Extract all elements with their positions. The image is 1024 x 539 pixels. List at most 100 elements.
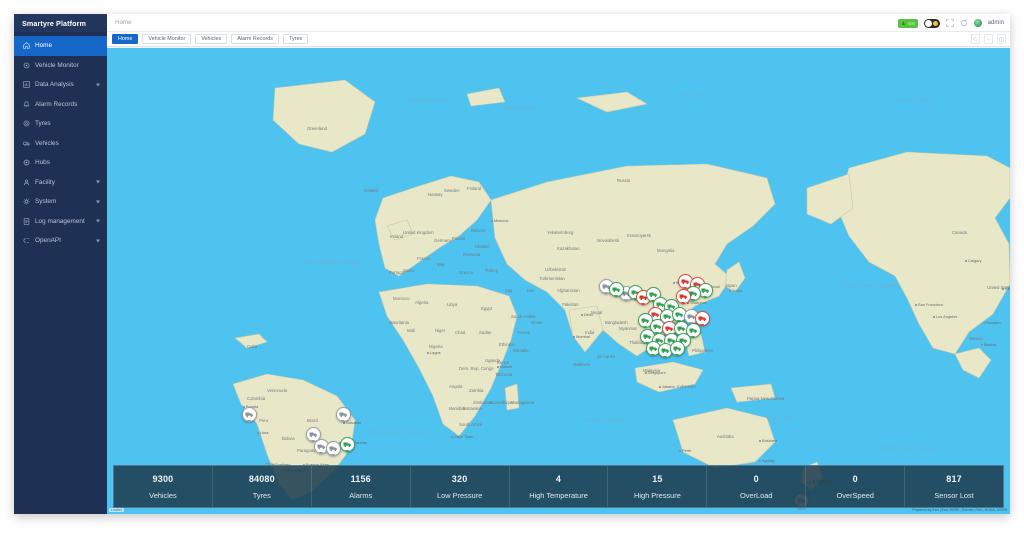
header-controls: EN admin (898, 14, 1004, 32)
tab-list: Home Vehicle Monitor Vehicles Alarm Records… (112, 34, 309, 44)
map-city-dot (451, 436, 453, 438)
map-city-dot (915, 304, 917, 306)
map-attribution-right: Powered by Esri | Esri, HERE, Garmin, FA… (912, 508, 1007, 512)
sidebar-item-hubs[interactable]: Hubs (14, 153, 107, 173)
tab-tyres[interactable]: Tyres (282, 34, 309, 44)
map-city-dot (965, 260, 967, 262)
map-city-dot (497, 366, 499, 368)
sidebar-item-label: Data Analysis (35, 81, 74, 89)
sidebar-item-openapi[interactable]: OpenAPI (14, 231, 107, 251)
stat-value: 1156 (350, 473, 371, 484)
sidebar-nav: Home Vehicle Monitor Data Analysis Alarm Re… (14, 32, 107, 251)
sidebar-item-log-management[interactable]: Log management (14, 212, 107, 232)
chevron-down-icon[interactable] (96, 219, 100, 223)
sidebar-item-vehicle-monitor[interactable]: Vehicle Monitor (14, 56, 107, 76)
map-city-dot (729, 290, 731, 292)
stat-label: OverLoad (740, 490, 773, 500)
sidebar-item-system[interactable]: System (14, 192, 107, 212)
stat-alarms[interactable]: 1156 Alarms (312, 466, 411, 507)
chevron-down-icon[interactable] (984, 34, 993, 44)
map-city-dot (427, 352, 429, 354)
language-label: EN (908, 20, 915, 26)
sidebar: Smartyre Platform Home Vehicle Monitor Dat… (14, 14, 107, 514)
stat-low-pressure[interactable]: 320 Low Pressure (411, 466, 510, 507)
api-icon (23, 237, 30, 244)
stat-value: 0 (852, 473, 858, 484)
map-marker-vehicle-green[interactable] (339, 436, 355, 452)
stat-overspeed[interactable]: 0 OverSpeed (806, 466, 906, 507)
facility-icon (23, 179, 30, 186)
sidebar-item-label: Vehicles (35, 139, 59, 147)
user-name[interactable]: admin (988, 20, 1004, 26)
map-marker-vehicle-green[interactable] (608, 281, 624, 297)
main-content: Home EN admin Home Vehicle Monitor Vehic… (107, 14, 1010, 514)
brand-header: Smartyre Platform (14, 14, 107, 32)
tyre-icon (23, 120, 30, 127)
bell-icon (23, 101, 30, 108)
sidebar-item-facility[interactable]: Facility (14, 173, 107, 193)
sidebar-item-alarm-records[interactable]: Alarm Records (14, 95, 107, 115)
layout-icon[interactable] (997, 34, 1006, 44)
stat-overload[interactable]: 0 OverLoad (707, 466, 807, 507)
chevron-down-icon[interactable] (96, 83, 100, 87)
breadcrumb: Home (115, 19, 132, 26)
stat-label: High Temperature (529, 490, 588, 500)
stat-label: High Pressure (633, 490, 681, 500)
home-icon (23, 42, 30, 49)
tab-home[interactable]: Home (112, 34, 139, 44)
sidebar-item-vehicles[interactable]: Vehicles (14, 134, 107, 154)
sidebar-item-data-analysis[interactable]: Data Analysis (14, 75, 107, 95)
map-city-dot (581, 314, 583, 316)
map-attribution: Leaflet (109, 508, 124, 512)
map-canvas[interactable]: North Atlantic Ocean North Pacific Ocean S… (107, 48, 1010, 514)
stat-vehicles[interactable]: 9300 Vehicles (114, 466, 213, 507)
map-marker-vehicle-green[interactable] (669, 340, 685, 356)
stat-label: OverSpeed (836, 490, 874, 500)
stat-sensor-lost[interactable]: 817 Sensor Lost (905, 466, 1003, 507)
stat-value: 84080 (248, 473, 275, 484)
sidebar-item-label: Hubs (35, 159, 50, 167)
stat-label: Alarms (349, 490, 373, 500)
chevron-down-icon[interactable] (96, 239, 100, 243)
screenshot-root: Smartyre Platform Home Vehicle Monitor Dat… (0, 0, 1024, 539)
sidebar-item-label: Tyres (35, 120, 51, 128)
tab-vehicle-monitor[interactable]: Vehicle Monitor (142, 34, 192, 44)
theme-toggle[interactable] (923, 18, 940, 28)
map-city-dot (491, 220, 493, 222)
tab-vehicles[interactable]: Vehicles (195, 34, 228, 44)
sidebar-item-label: Facility (35, 178, 55, 186)
stats-bar: 9300 Vehicles 84080 Tyres 1156 Alarms 320 Low P… (113, 465, 1004, 508)
top-header: Home EN admin (107, 14, 1010, 32)
sidebar-item-label: Alarm Records (35, 100, 78, 108)
toggle-knob (924, 19, 932, 27)
map-city-dot (573, 336, 575, 338)
refresh-icon[interactable] (960, 19, 968, 27)
map-marker-vehicle-gray[interactable] (241, 406, 257, 422)
map-city-dot (645, 372, 647, 374)
map-marker-vehicle-gray[interactable] (325, 440, 341, 456)
stat-high-pressure[interactable]: 15 High Pressure (608, 466, 708, 507)
map-city-dot (679, 450, 681, 452)
application-window: Smartyre Platform Home Vehicle Monitor Dat… (14, 14, 1010, 514)
refresh-icon[interactable] (971, 34, 980, 44)
language-badge[interactable]: EN (898, 18, 918, 28)
map-marker-vehicle-red[interactable] (675, 288, 691, 304)
sidebar-item-home[interactable]: Home (14, 36, 107, 56)
tab-alarm-records[interactable]: Alarm Records (231, 34, 279, 44)
gear-icon (23, 198, 30, 205)
map-city-dot (759, 460, 761, 462)
map-city-dot (759, 440, 761, 442)
map-marker-vehicle-gray[interactable] (335, 406, 351, 422)
world-map-graphic (232, 79, 1010, 501)
sidebar-item-label: Home (35, 42, 53, 50)
chevron-down-icon[interactable] (96, 200, 100, 204)
avatar[interactable] (973, 19, 982, 27)
fullscreen-icon[interactable] (945, 19, 954, 27)
stat-tyres[interactable]: 84080 Tyres (213, 466, 312, 507)
language-icon (901, 21, 906, 26)
stat-high-temperature[interactable]: 4 High Temperature (510, 466, 609, 507)
sidebar-item-tyres[interactable]: Tyres (14, 114, 107, 134)
chart-icon (23, 81, 30, 88)
chevron-down-icon[interactable] (96, 180, 100, 184)
truck-icon (23, 140, 30, 147)
